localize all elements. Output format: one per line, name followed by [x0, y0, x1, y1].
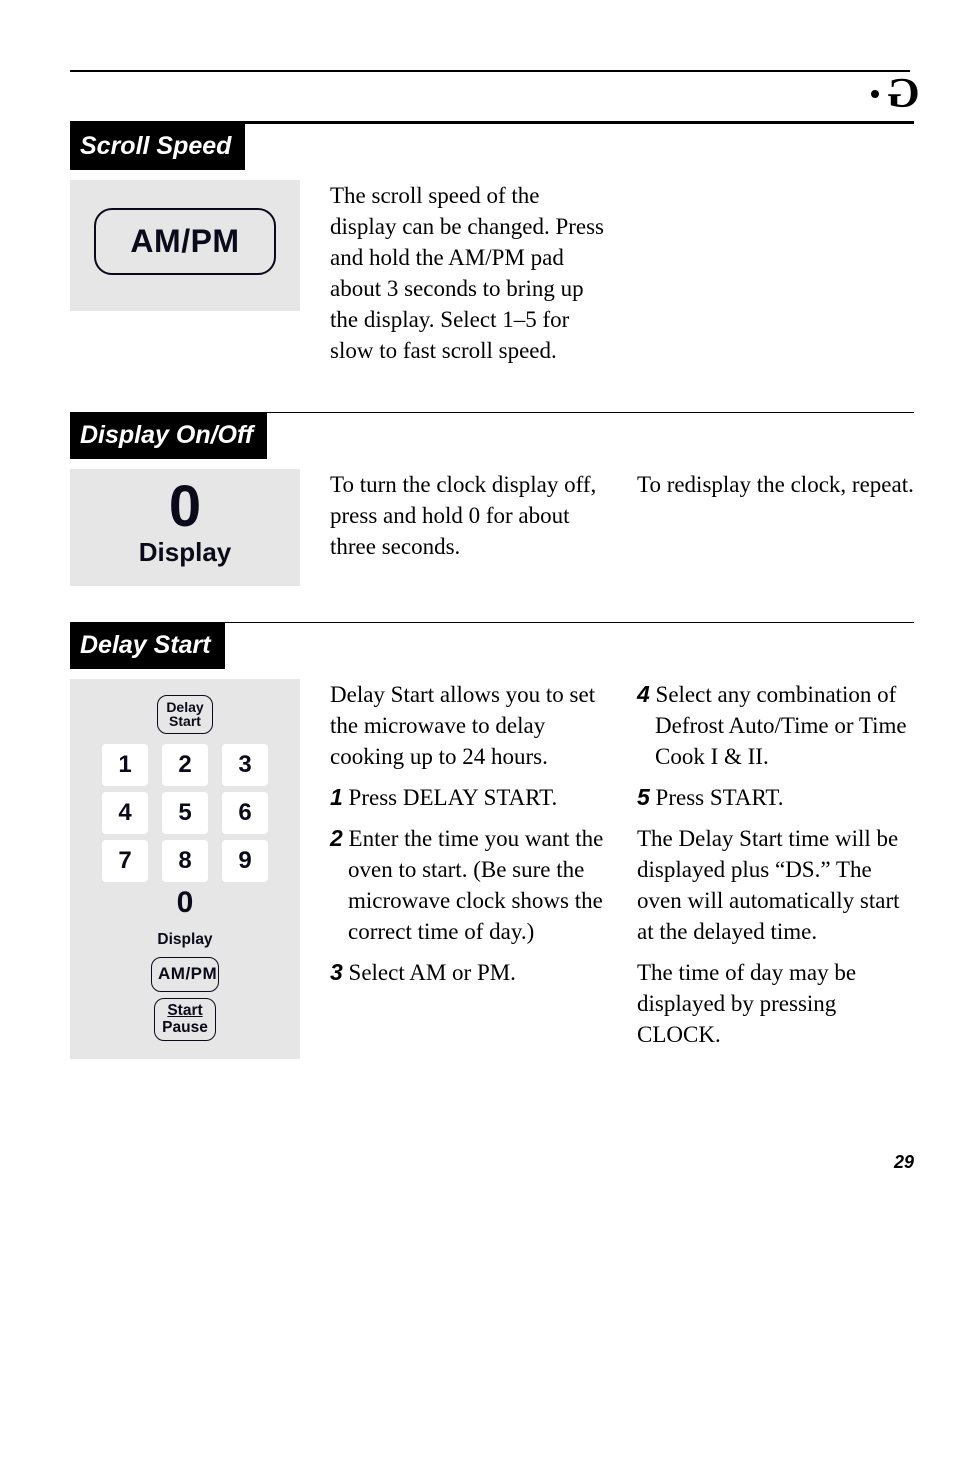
step-num-5: 5 — [637, 784, 650, 810]
step-num-2: 2 — [330, 825, 343, 851]
heading-display-onoff: Display On/Off — [70, 413, 267, 459]
step-5-text: Press START. — [650, 785, 784, 810]
delay-start-paragraph-b: The time of day may be displayed by pres… — [637, 957, 914, 1050]
ampm-pad-small: AM/PM — [151, 957, 219, 992]
dot-icon — [871, 90, 879, 98]
step-num-1: 1 — [330, 784, 343, 810]
step-3: 3 Select AM or PM. — [330, 957, 607, 988]
display-label: Display — [94, 930, 276, 951]
step-4: 4 Select any combination of Defrost Auto… — [637, 679, 914, 772]
step-4-text: Select any combination of Defrost Auto/T… — [650, 682, 907, 769]
key-5: 5 — [162, 792, 208, 834]
section-scroll-speed: Scroll Speed AM/PM The scroll speed of t… — [70, 121, 914, 376]
heading-delay-start: Delay Start — [70, 623, 225, 669]
key-3: 3 — [222, 744, 268, 786]
delay-start-intro: Delay Start allows you to set the microw… — [330, 679, 607, 772]
key-4: 4 — [102, 792, 148, 834]
step-2-text: Enter the time you want the oven to star… — [343, 826, 604, 944]
numeric-keypad: 1 2 3 4 5 6 7 8 9 0 — [94, 744, 276, 930]
key-2: 2 — [162, 744, 208, 786]
delay-start-pad: Delay Start — [157, 695, 213, 734]
partial-logo-icon: G — [887, 86, 920, 103]
page-number: 29 — [70, 1150, 914, 1174]
ampm-pad-button: AM/PM — [94, 208, 276, 275]
key-8: 8 — [162, 840, 208, 882]
step-3-text: Select AM or PM. — [343, 960, 516, 985]
display-onoff-col2: To redisplay the clock, repeat. — [637, 469, 914, 500]
key-0: 0 — [162, 888, 208, 918]
key-7: 7 — [102, 840, 148, 882]
header-icons: G — [70, 86, 920, 103]
key-6: 6 — [222, 792, 268, 834]
start-label: Start — [161, 1002, 209, 1019]
step-1: 1 Press DELAY START. — [330, 782, 607, 813]
zero-key-icon: 0 — [94, 481, 276, 533]
illus-delay-start-panel: Delay Start 1 2 3 4 5 6 7 8 9 0 Display … — [70, 679, 300, 1059]
delay-label-bottom: Start — [164, 714, 206, 729]
step-num-3: 3 — [330, 959, 343, 985]
pause-label: Pause — [161, 1019, 209, 1036]
key-1: 1 — [102, 744, 148, 786]
delay-start-paragraph-a: The Delay Start time will be displayed p… — [637, 823, 914, 947]
top-rule — [70, 70, 910, 72]
step-2: 2 Enter the time you want the oven to st… — [330, 823, 607, 947]
key-9: 9 — [222, 840, 268, 882]
step-5: 5 Press START. — [637, 782, 914, 813]
display-label: Display — [94, 535, 276, 570]
display-onoff-col1: To turn the clock display off, press and… — [330, 469, 607, 562]
heading-scroll-speed: Scroll Speed — [70, 124, 245, 170]
start-pause-pad: Start Pause — [154, 998, 216, 1041]
illus-zero-display: 0 Display — [70, 469, 300, 586]
section-delay-start: Delay Start Delay Start 1 2 3 4 5 6 7 8 … — [70, 622, 914, 1060]
section-display-onoff: Display On/Off 0 Display To turn the clo… — [70, 412, 914, 586]
scroll-speed-body: The scroll speed of the display can be c… — [330, 180, 607, 366]
step-1-text: Press DELAY START. — [343, 785, 557, 810]
delay-label-top: Delay — [164, 700, 206, 715]
illus-ampm-pad: AM/PM — [70, 180, 300, 311]
step-num-4: 4 — [637, 681, 650, 707]
